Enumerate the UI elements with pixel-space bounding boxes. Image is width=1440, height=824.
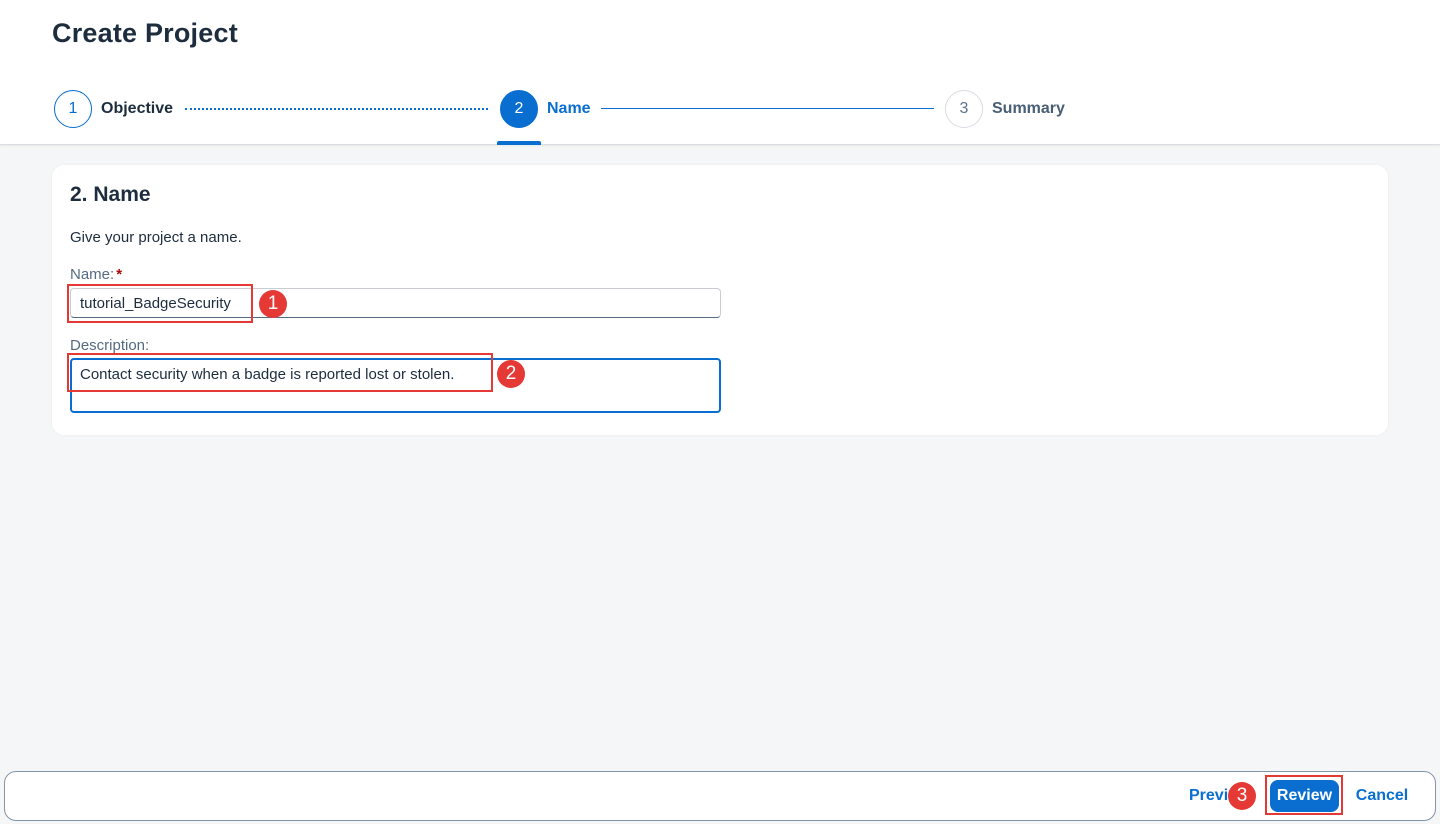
step-label-name: Name <box>547 100 591 117</box>
description-field-label: Description: <box>70 337 150 354</box>
cancel-button[interactable]: Cancel <box>1349 780 1415 812</box>
step-number-1: 1 <box>54 90 92 128</box>
step-number-2: 2 <box>500 90 538 128</box>
active-step-indicator <box>497 141 541 145</box>
required-mark: * <box>116 266 123 283</box>
step-connector-2 <box>601 108 934 109</box>
annotation-badge-3: 3 <box>1228 782 1256 810</box>
section-title: 2. Name <box>70 183 151 206</box>
review-button[interactable]: Review <box>1270 780 1339 812</box>
wizard-step-name[interactable]: 2 Name <box>500 90 591 128</box>
name-field-label: Name: * <box>70 266 122 283</box>
name-label-text: Name: <box>70 266 115 283</box>
project-name-input[interactable] <box>70 288 721 318</box>
step-connector-1 <box>185 108 488 110</box>
annotation-badge-1: 1 <box>259 290 287 318</box>
section-description: Give your project a name. <box>70 229 242 246</box>
wizard-step-objective[interactable]: 1 Objective <box>54 90 173 128</box>
step-label-summary: Summary <box>992 100 1065 117</box>
page-title: Create Project <box>52 18 238 48</box>
step-label-objective: Objective <box>101 100 174 117</box>
project-description-input[interactable]: Contact security when a badge is reporte… <box>70 358 721 413</box>
annotation-badge-2: 2 <box>497 360 525 388</box>
wizard-step-summary[interactable]: 3 Summary <box>945 90 1065 128</box>
step-number-3: 3 <box>945 90 983 128</box>
